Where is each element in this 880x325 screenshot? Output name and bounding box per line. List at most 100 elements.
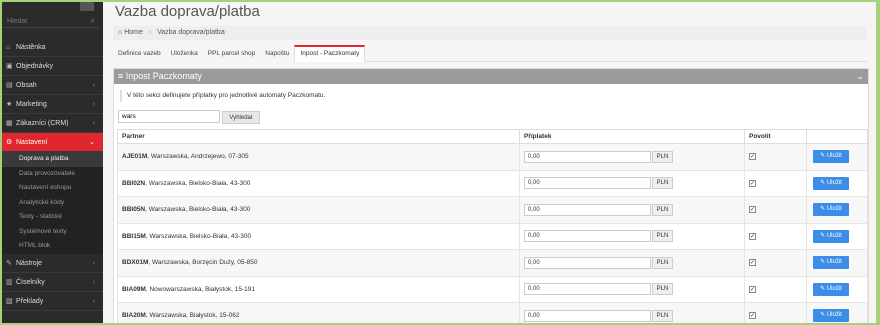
edit-icon: ✎: [820, 259, 827, 266]
partner-code: BIA09M: [122, 285, 146, 293]
partner-code: BBI05N: [122, 206, 146, 214]
submenu-item[interactable]: Doprava a platba: [0, 152, 103, 167]
tab-napo-tu[interactable]: Napoštu: [260, 45, 295, 62]
save-button[interactable]: ✎ Uložit: [813, 309, 849, 323]
tab-ulo-enka[interactable]: Uloženka: [165, 45, 203, 62]
sidebar-item-nastaven-[interactable]: ⚙ Nastavení ⌄: [0, 133, 103, 152]
surcharge-cell: 0,00 PLN: [519, 196, 745, 224]
save-label: Uložit: [826, 153, 842, 160]
tab-inpost-paczkomaty[interactable]: Inpost - Paczkomaty: [294, 45, 366, 62]
panel-header[interactable]: ≡ Inpost Paczkomaty ⌄: [114, 69, 868, 84]
table-row: BBI15M, Warszawska, Bielsko-Biała, 43-30…: [117, 222, 868, 250]
menu-icon: ⚙: [6, 139, 13, 146]
allow-checkbox[interactable]: ✓: [749, 206, 756, 214]
sidebar-item-obsah[interactable]: ▤ Obsah ‹: [0, 76, 103, 95]
surcharge-input[interactable]: 0,00: [524, 256, 651, 269]
action-cell: ✎ Uložit: [806, 143, 868, 171]
table-row: BIA20M, Warszawska, Białystok, 15-062 0,0…: [117, 302, 868, 325]
save-label: Uložit: [826, 232, 842, 239]
edit-icon: ✎: [820, 179, 827, 186]
sidebar-item-label: Překlady: [16, 297, 44, 305]
sidebar-item-objedn-vky[interactable]: ▣ Objednávky: [0, 57, 103, 76]
sidebar-item-label: Zákazníci (CRM): [16, 120, 69, 127]
surcharge-input[interactable]: 0,00: [524, 283, 651, 296]
allow-cell: ✓: [744, 143, 807, 171]
filter-input[interactable]: [118, 110, 220, 123]
edit-icon: ✎: [820, 312, 827, 319]
currency-addon: PLN: [652, 150, 673, 163]
partner-code: BDX01M: [122, 259, 149, 267]
table-row: BBI05N, Warszawska, Bielsko-Biała, 43-30…: [117, 196, 868, 224]
tab-definice-vazeb[interactable]: Definice vazeb: [113, 45, 166, 62]
partner-address: , Warszawska, Andrzejewo, 07-305: [147, 153, 249, 161]
table-row: BIA09M, Nowowarszawska, Białystok, 15-19…: [117, 275, 868, 303]
search-button[interactable]: Vyhledat: [222, 111, 260, 124]
surcharge-input[interactable]: 0,00: [524, 150, 651, 163]
col-partner: Partner: [117, 129, 520, 144]
submenu-item[interactable]: Analytické kódy: [0, 196, 103, 211]
save-button[interactable]: ✎ Uložit: [813, 282, 849, 296]
allow-checkbox[interactable]: ✓: [749, 285, 756, 293]
table-row: BDX01M, Warszawska, Borzęcin Duży, 05-85…: [117, 249, 868, 277]
sidebar-item-label: Obsah: [16, 82, 37, 89]
save-label: Uložit: [826, 179, 842, 186]
save-button[interactable]: ✎ Uložit: [813, 150, 849, 164]
save-button[interactable]: ✎ Uložit: [813, 203, 849, 217]
currency-addon: PLN: [652, 256, 673, 269]
tab-ppl-parcel-shop[interactable]: PPL parcel shop: [202, 45, 261, 62]
currency-addon: PLN: [652, 230, 673, 243]
submenu-item[interactable]: Systémové texty: [0, 225, 103, 240]
sidebar-item-marketing[interactable]: ★ Marketing ‹: [0, 95, 103, 114]
currency-addon: PLN: [652, 177, 673, 190]
surcharge-input[interactable]: 0,00: [524, 230, 651, 243]
surcharge-input[interactable]: 0,00: [524, 203, 651, 216]
save-label: Uložit: [826, 206, 842, 213]
save-button[interactable]: ✎ Uložit: [813, 229, 849, 243]
allow-checkbox[interactable]: ✓: [749, 312, 756, 320]
edit-icon: ✎: [820, 153, 827, 160]
inpost-panel: ≡ Inpost Paczkomaty ⌄ V této sekci defin…: [113, 68, 869, 325]
menu-icon: ▤: [6, 82, 13, 89]
collapse-chevron-icon[interactable]: ⌄: [856, 69, 864, 84]
allow-cell: ✓: [744, 169, 807, 197]
surcharge-input[interactable]: 0,00: [524, 309, 651, 322]
sidebar-search: ⌕: [4, 15, 99, 28]
page-title: Vazba doprava/platba: [115, 3, 260, 20]
chevron-icon: ‹: [92, 101, 95, 108]
breadcrumb: ⌂ Home › Vazba doprava/platba: [113, 26, 867, 40]
search-input[interactable]: [4, 15, 84, 27]
main-content: Vazba doprava/platba ⌂ Home › Vazba dopr…: [103, 0, 880, 325]
allow-checkbox[interactable]: ✓: [749, 259, 756, 267]
partner-address: , Warszawska, Borzęcin Duży, 05-850: [148, 259, 258, 267]
submenu-item[interactable]: Nastavení eshopu: [0, 181, 103, 196]
partner-address: , Nowowarszawska, Białystok, 15-191: [145, 285, 255, 293]
allow-checkbox[interactable]: ✓: [749, 232, 756, 240]
sidebar-item--seln-ky[interactable]: ▥ Číselníky ‹: [0, 273, 103, 292]
chevron-icon: ⌄: [89, 139, 95, 146]
allow-cell: ✓: [744, 196, 807, 224]
sidebar-item-z-kazn-ci-crm-[interactable]: ▦ Zákazníci (CRM) ‹: [0, 114, 103, 133]
panel-note: V této sekci definujete příplatky pro je…: [120, 90, 868, 102]
submenu-item[interactable]: Texty - statické: [0, 210, 103, 225]
action-cell: ✎ Uložit: [806, 169, 868, 197]
allow-cell: ✓: [744, 222, 807, 250]
chevron-icon: ‹: [92, 259, 95, 267]
save-button[interactable]: ✎ Uložit: [813, 176, 849, 190]
sidebar-item-p-eklady[interactable]: ▧ Překlady ‹: [0, 292, 103, 311]
home-icon: ⌂: [118, 29, 123, 36]
submenu-item[interactable]: Data provozovatele: [0, 167, 103, 182]
table-row: BBI02N, Warszawska, Bielsko-Biała, 43-30…: [117, 169, 868, 197]
allow-checkbox[interactable]: ✓: [749, 179, 756, 187]
menu-icon: ▦: [6, 120, 13, 127]
partner-code: BBI02N: [122, 179, 146, 187]
menu-icon: ✎: [6, 259, 12, 267]
submenu-item[interactable]: HTML blok: [0, 239, 103, 254]
breadcrumb-home[interactable]: Home: [124, 29, 143, 36]
save-button[interactable]: ✎ Uložit: [813, 256, 849, 270]
search-icon[interactable]: ⌕: [91, 16, 95, 26]
allow-checkbox[interactable]: ✓: [749, 153, 756, 161]
sidebar-item-n-stroje[interactable]: ✎ Nástroje ‹: [0, 254, 103, 273]
sidebar-item-n-st-nka[interactable]: ⌂ Nástěnka: [0, 38, 103, 57]
logo[interactable]: [80, 2, 94, 11]
surcharge-input[interactable]: 0,00: [524, 177, 651, 190]
